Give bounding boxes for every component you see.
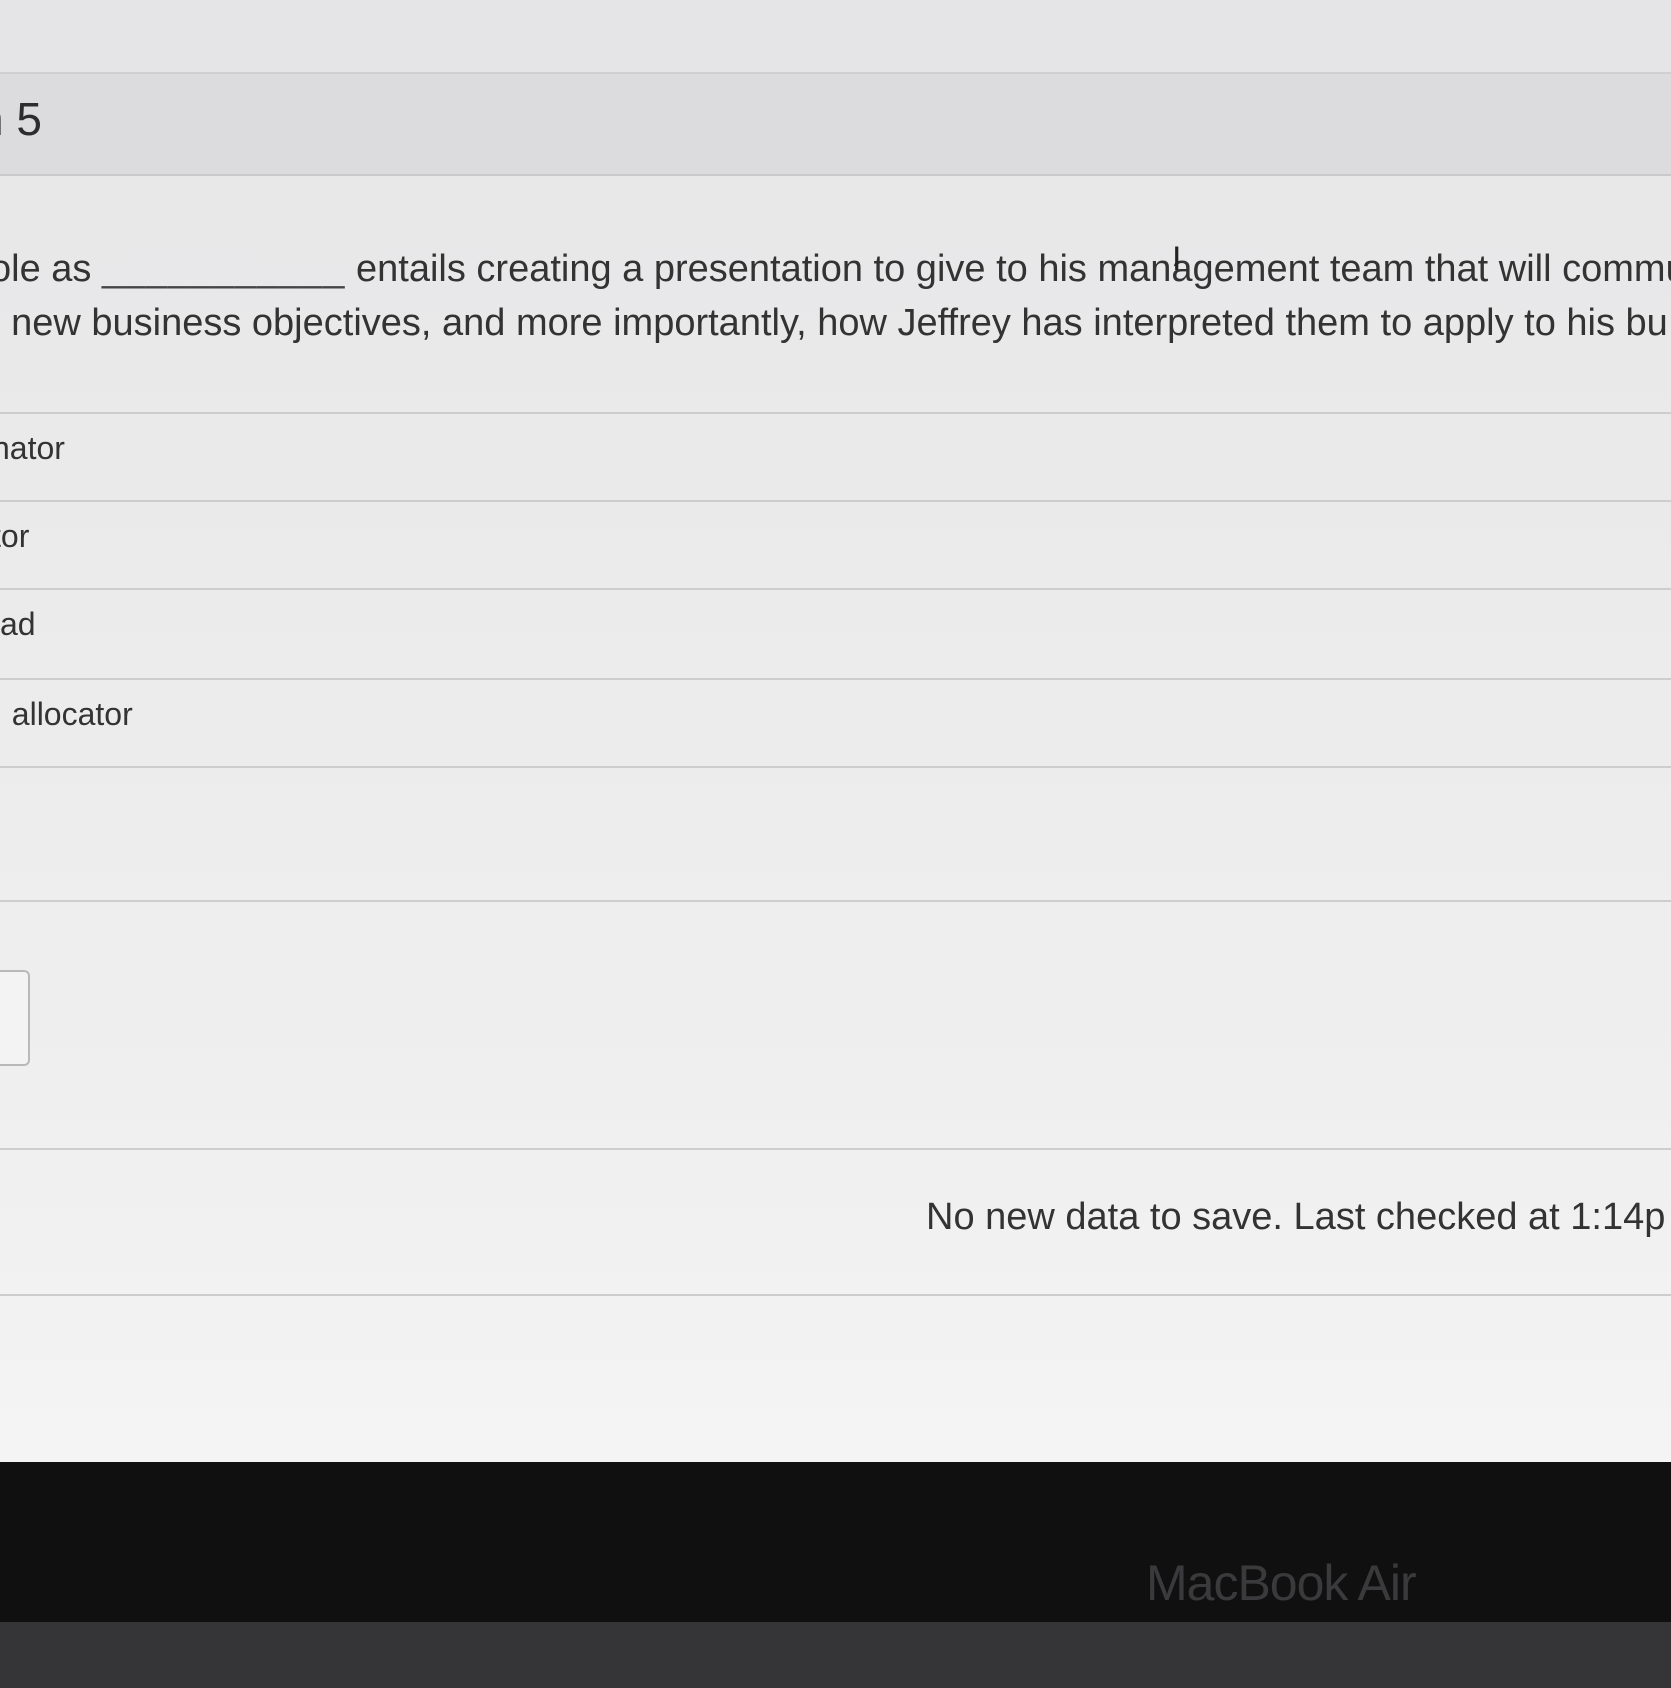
divider (0, 1294, 1671, 1296)
top-bar (0, 0, 1671, 74)
question-line-2: : new business objectives, and more impo… (0, 302, 1668, 344)
laptop-bezel (0, 1462, 1671, 1622)
answer-option-3[interactable]: ad (0, 590, 1671, 676)
answer-option-label: : allocator (0, 696, 133, 732)
text-cursor-icon: I (1172, 240, 1182, 278)
question-line-1: ole as ___________ entails creating a pr… (0, 248, 1671, 291)
answer-option-label: ad (0, 606, 36, 642)
question-title: n 5 (0, 93, 42, 145)
divider (0, 766, 1671, 768)
divider (0, 900, 1671, 902)
question-header (0, 74, 1671, 176)
browser-viewport: n 5 ole as ___________ entails creating … (0, 0, 1671, 1462)
question-text: ole as ___________ entails creating a pr… (0, 176, 1671, 411)
answer-option-4[interactable]: : allocator (0, 680, 1671, 766)
device-logo-text: MacBook Air (1146, 1555, 1417, 1611)
divider (0, 1148, 1671, 1150)
question-prefix: ole as (0, 248, 92, 290)
question-suffix: entails creating a presentation to give … (356, 248, 1671, 290)
laptop-body (0, 1622, 1671, 1688)
blank-placeholder: ___________ (101, 248, 346, 290)
answer-option-1[interactable]: nator (0, 414, 1671, 500)
answer-option-label: tor (0, 518, 30, 554)
answer-option-label: nator (0, 430, 65, 466)
autosave-status: No new data to save. Last checked at 1:1… (926, 1196, 1666, 1238)
submit-button[interactable] (0, 970, 30, 1066)
answer-option-2[interactable]: tor (0, 502, 1671, 588)
